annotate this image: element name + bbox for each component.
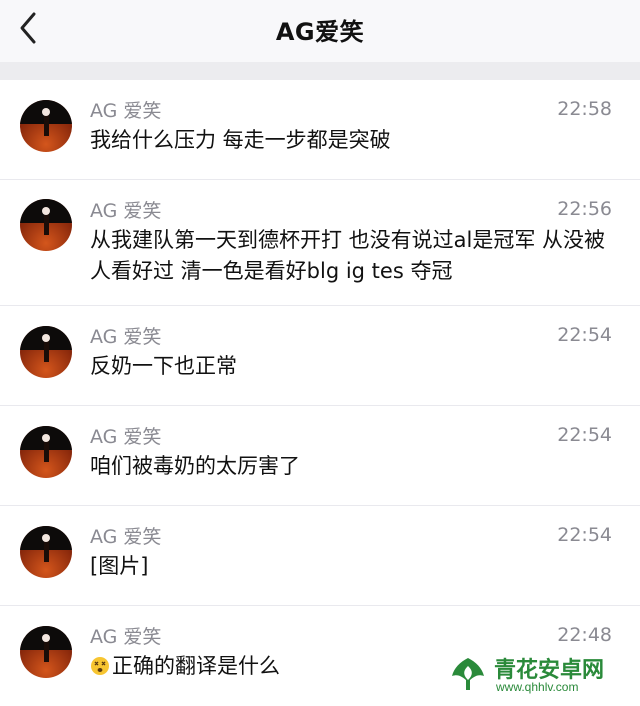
sender-name: AG 爱笑 bbox=[90, 100, 162, 122]
message-text: 咱们被毒奶的太厉害了 bbox=[90, 454, 300, 478]
message-time: 22:54 bbox=[557, 524, 612, 546]
message-text: 正确的翻译是什么 bbox=[112, 654, 280, 678]
message-list[interactable]: AG 爱笑 22:58 我给什么压力 每走一步都是突破 AG 爱笑 22:56 … bbox=[0, 80, 640, 706]
message-time: 22:54 bbox=[557, 424, 612, 446]
sender-name: AG 爱笑 bbox=[90, 200, 162, 222]
message-time: 22:58 bbox=[557, 98, 612, 120]
avatar[interactable] bbox=[20, 199, 72, 251]
sender-name: AG 爱笑 bbox=[90, 426, 162, 448]
avatar[interactable] bbox=[20, 526, 72, 578]
sender-name: AG 爱笑 bbox=[90, 526, 162, 548]
message-text: [图片] bbox=[90, 554, 149, 578]
watermark: 青花安卓网 www.qhhlv.com bbox=[442, 650, 632, 698]
message-item[interactable]: AG 爱笑 22:54 咱们被毒奶的太厉害了 bbox=[0, 406, 640, 506]
message-time: 22:56 bbox=[557, 198, 612, 220]
avatar[interactable] bbox=[20, 626, 72, 678]
message-time: 22:48 bbox=[557, 624, 612, 646]
message-item[interactable]: AG 爱笑 22:54 反奶一下也正常 bbox=[0, 306, 640, 406]
avatar[interactable] bbox=[20, 426, 72, 478]
top-bar: AG爱笑 bbox=[0, 0, 640, 62]
message-item[interactable]: AG 爱笑 22:54 [图片] bbox=[0, 506, 640, 606]
message-time: 22:54 bbox=[557, 324, 612, 346]
dizzy-face-emoji-icon bbox=[91, 657, 109, 675]
page-title: AG爱笑 bbox=[275, 18, 365, 46]
sender-name: AG 爱笑 bbox=[90, 326, 162, 348]
header-divider bbox=[0, 62, 640, 80]
watermark-url: www.qhhlv.com bbox=[496, 680, 579, 694]
avatar[interactable] bbox=[20, 100, 72, 152]
avatar[interactable] bbox=[20, 326, 72, 378]
message-item[interactable]: AG 爱笑 22:56 从我建队第一天到德杯开打 也没有说过al是冠军 从没被人… bbox=[0, 180, 640, 306]
message-text: 从我建队第一天到德杯开打 也没有说过al是冠军 从没被人看好过 清一色是看好bl… bbox=[90, 228, 606, 283]
sender-name: AG 爱笑 bbox=[90, 626, 162, 648]
brand-logo-icon bbox=[452, 658, 484, 690]
message-item[interactable]: AG 爱笑 22:58 我给什么压力 每走一步都是突破 bbox=[0, 80, 640, 180]
message-text: 我给什么压力 每走一步都是突破 bbox=[90, 128, 391, 152]
message-text: 反奶一下也正常 bbox=[90, 354, 237, 378]
